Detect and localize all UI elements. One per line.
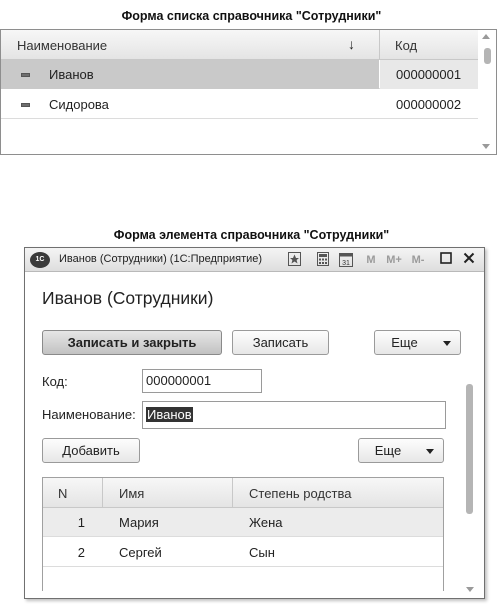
form-scrollbar[interactable] [462, 376, 478, 594]
column-header-relation[interactable]: Степень родства [249, 486, 351, 501]
list-row[interactable]: Сидорова 000000002 [1, 90, 479, 119]
column-divider [232, 478, 233, 508]
more-actions-label: Еще [391, 335, 418, 350]
list-row-code[interactable]: 000000001 [380, 60, 479, 89]
list-cell-name[interactable]: Сидорова [1, 90, 379, 119]
favorite-icon[interactable] [287, 252, 301, 268]
element-form-window: 1С Иванов (Сотрудники) (1С:Предприятие) … [24, 247, 485, 599]
element-icon [21, 103, 30, 107]
add-row-button[interactable]: Добавить [42, 438, 140, 463]
table-cell-n[interactable]: 2 [43, 545, 85, 560]
column-header-name[interactable]: Наименование [17, 38, 107, 53]
write-and-close-button[interactable]: Записать и закрыть [42, 330, 222, 355]
table-row[interactable]: 2 Сергей Сын [43, 538, 443, 567]
memory-minus-button[interactable]: M- [409, 252, 427, 268]
table-cell-n[interactable]: 1 [43, 515, 85, 530]
table-header: N Имя Степень родства [43, 478, 443, 508]
table-row[interactable]: 1 Мария Жена [43, 508, 443, 537]
list-row-name: Сидорова [49, 97, 109, 112]
element-form-caption: Форма элемента справочника "Сотрудники" [113, 228, 390, 242]
write-button[interactable]: Записать [232, 330, 329, 355]
calendar-day: 31 [342, 260, 350, 267]
scroll-thumb[interactable] [484, 48, 491, 64]
scroll-down-icon[interactable] [466, 587, 474, 592]
column-divider [379, 30, 380, 60]
table-cell-name[interactable]: Мария [119, 515, 159, 530]
sort-arrow-icon[interactable]: ↓ [348, 36, 355, 52]
app-logo-icon[interactable]: 1С [30, 252, 50, 268]
memory-m-button[interactable]: M [365, 252, 377, 268]
table-cell-name[interactable]: Сергей [119, 545, 162, 560]
name-label: Наименование: [42, 407, 136, 422]
table-more-button[interactable]: Еще [358, 438, 444, 463]
name-field-value: Иванов [146, 407, 193, 422]
list-row[interactable]: Иванов 000000001 [1, 60, 479, 89]
code-field[interactable]: 000000001 [142, 369, 262, 393]
column-header-code[interactable]: Код [395, 38, 417, 53]
relatives-table: N Имя Степень родства 1 Мария Жена 2 Сер… [42, 477, 444, 591]
scroll-thumb[interactable] [466, 384, 473, 514]
table-cell-relation[interactable]: Сын [249, 545, 275, 560]
code-label: Код: [42, 374, 68, 389]
column-header-n[interactable]: N [58, 486, 67, 501]
more-actions-button[interactable]: Еще [374, 330, 461, 355]
memory-plus-button[interactable]: M+ [385, 252, 403, 268]
form-title: Иванов (Сотрудники) [42, 288, 214, 308]
list-cell-name[interactable]: Иванов [1, 60, 379, 89]
close-icon[interactable] [461, 252, 477, 268]
scroll-down-icon[interactable] [482, 144, 490, 149]
scroll-up-icon[interactable] [482, 34, 490, 39]
chevron-down-icon [443, 341, 451, 346]
calendar-icon[interactable]: 31 [338, 252, 354, 268]
list-header: Наименование ↓ Код [1, 30, 479, 60]
list-form-caption: Форма списка справочника "Сотрудники" [121, 9, 382, 23]
column-header-name[interactable]: Имя [119, 486, 144, 501]
window-title: Иванов (Сотрудники) (1С:Предприятие) [59, 253, 263, 265]
list-scrollbar[interactable] [478, 30, 496, 154]
name-field[interactable]: Иванов [142, 401, 446, 429]
column-divider [102, 478, 103, 508]
list-row-code[interactable]: 000000002 [380, 90, 479, 119]
chevron-down-icon [426, 449, 434, 454]
window-titlebar[interactable]: 1С Иванов (Сотрудники) (1С:Предприятие) … [25, 248, 484, 272]
element-icon [21, 73, 30, 77]
table-cell-relation[interactable]: Жена [249, 515, 282, 530]
list-form: Наименование ↓ Код Иванов 000000001 Сидо… [0, 29, 497, 155]
table-more-label: Еще [374, 443, 402, 458]
list-row-name: Иванов [49, 67, 94, 82]
calculator-icon[interactable] [316, 252, 330, 268]
maximize-icon[interactable] [438, 252, 454, 268]
